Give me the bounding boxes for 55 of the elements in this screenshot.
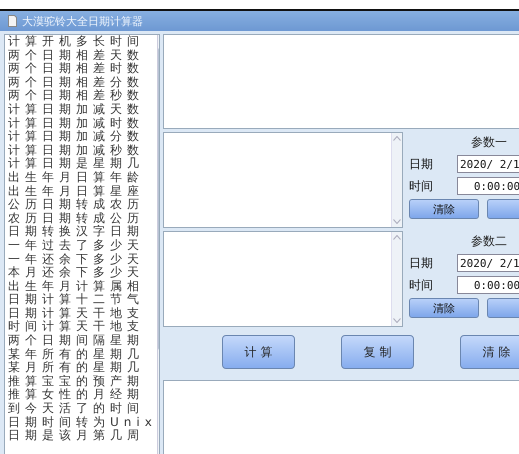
scroll-up-icon[interactable]: [393, 235, 401, 240]
list-item[interactable]: 日期计算十二节气: [8, 293, 157, 307]
list-item[interactable]: 一年还余下多少天: [8, 252, 157, 266]
scrollbar[interactable]: [391, 133, 402, 227]
list-item[interactable]: 出生年月日算星座: [8, 184, 157, 198]
list-item[interactable]: 日期时间转为Unix: [8, 416, 157, 430]
list-item[interactable]: 公历日期转成农历: [8, 198, 157, 212]
date-field[interactable]: 2020/ 2/1: [457, 155, 519, 173]
list-item[interactable]: 推算宝宝的预产期: [8, 374, 157, 388]
group-title: 参数二: [470, 233, 508, 250]
document-icon: [8, 15, 17, 27]
scroll-up-icon[interactable]: [393, 136, 401, 141]
text-area[interactable]: [163, 231, 403, 327]
action-button[interactable]: 清 除: [460, 335, 519, 369]
list-item[interactable]: 出生年月日算年龄: [8, 170, 157, 185]
list-item[interactable]: 计算日期加减时数: [8, 116, 157, 130]
action-button[interactable]: 计 算: [222, 335, 295, 369]
list-item[interactable]: 出生年月计算属相: [8, 280, 157, 294]
date-label: 日期: [409, 254, 434, 272]
list-item[interactable]: 日期计算天干地支: [8, 306, 157, 320]
scroll-down-icon[interactable]: [393, 318, 401, 323]
list-item[interactable]: 计算日期是星期几: [8, 157, 157, 171]
clear-button[interactable]: 清除: [409, 199, 479, 219]
list-item[interactable]: 某月所有的星期几: [8, 361, 157, 375]
list-item[interactable]: 计算日期加减天数: [8, 102, 157, 117]
list-item[interactable]: 到今天活了的时间: [8, 402, 157, 416]
add-button[interactable]: [487, 298, 519, 318]
date-field[interactable]: 2020/ 2/1: [457, 254, 519, 272]
list-item[interactable]: 两个日期相差天数: [8, 48, 157, 62]
list-item[interactable]: 日期转换汉字日期: [8, 225, 157, 239]
list-item[interactable]: 计算日期加减分数: [8, 130, 157, 144]
list-item[interactable]: 两个日期间隔星期: [8, 334, 157, 348]
list-item[interactable]: 推算女性的月经期: [8, 388, 157, 402]
text-area[interactable]: [163, 132, 403, 228]
time-label: 时间: [409, 178, 434, 194]
list-item[interactable]: 两个日期相差秒数: [8, 89, 157, 103]
list-item[interactable]: 某年所有的星期几: [8, 348, 157, 362]
window-title: 大漠驼铃大全日期计算器: [22, 14, 143, 28]
group-title: 参数一: [470, 134, 508, 151]
date-label: 日期: [409, 156, 434, 172]
list-item[interactable]: 计算开机多长时间: [8, 35, 157, 49]
clear-button[interactable]: 清除: [409, 298, 479, 318]
scroll-down-icon[interactable]: [393, 219, 401, 224]
list-item[interactable]: 两个日期相差分数: [8, 76, 157, 90]
add-button[interactable]: [487, 199, 519, 219]
list-item[interactable]: 一年过去了多少天: [8, 238, 157, 252]
list-item[interactable]: 本月还余下多少天: [8, 266, 157, 280]
scrollbar[interactable]: [391, 232, 402, 326]
list-item[interactable]: 日期是该月第几周: [8, 429, 157, 443]
action-button[interactable]: 复 制: [341, 335, 414, 369]
list-item[interactable]: 时间计算天干地支: [8, 320, 157, 334]
list-item[interactable]: 计算日期加减秒数: [8, 144, 157, 158]
time-label: 时间: [409, 276, 434, 294]
list-item[interactable]: 农历日期转成公历: [8, 212, 157, 226]
list-item[interactable]: 两个日期相差时数: [8, 62, 157, 76]
